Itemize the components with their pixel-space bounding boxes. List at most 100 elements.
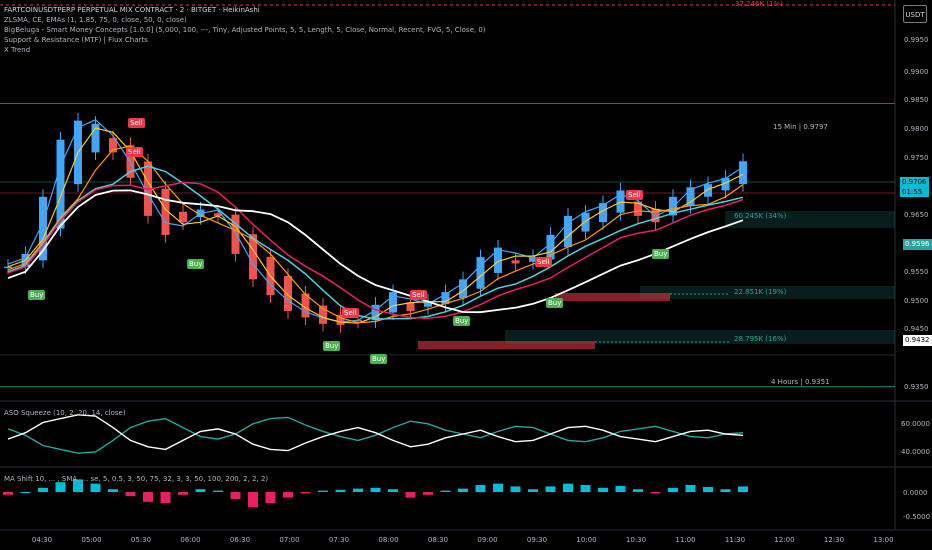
time-tick: 10:30 [625, 536, 647, 544]
price-tick: 0.9950 [904, 36, 929, 44]
price-tick: 0.9500 [904, 297, 929, 305]
ma-shift-bar [598, 487, 608, 492]
ma-shift-bar [458, 488, 468, 492]
time-tick: 08:30 [427, 536, 449, 544]
indicator-sr-label[interactable]: Support & Resistance (MTF) | Flux Charts [4, 35, 148, 45]
ma-shift-bar [195, 489, 206, 492]
ma-shift-bar [493, 483, 503, 492]
time-tick: 09:00 [477, 536, 498, 544]
price-label-0-9596: 0.9596 [903, 239, 932, 250]
sell-signal-badge: Sell [535, 257, 552, 267]
chart-canvas[interactable] [0, 0, 932, 550]
ma-shift-bar [440, 490, 451, 492]
time-tick: 11:00 [675, 536, 696, 544]
ma-shift-bar [230, 492, 241, 499]
ma-shift-bar [20, 492, 31, 493]
buy-signal-badge: Buy [652, 249, 670, 259]
ma-shift-bar [125, 492, 136, 497]
ma-shift-bar [388, 489, 398, 492]
buy-signal-badge: Buy [28, 290, 46, 300]
ma-shift-bar [580, 485, 591, 492]
oscillator-bull-line [7, 416, 744, 454]
ma-shift-bar [528, 489, 538, 492]
buy-signal-badge: Buy [453, 316, 471, 326]
ma-shift-bar [633, 489, 643, 492]
price-tick: 0.9550 [904, 268, 929, 276]
ma-shift-bar [283, 492, 293, 498]
candle-body [284, 276, 292, 312]
level-4hours-label: 4 Hours | 0.9351 [771, 378, 830, 386]
time-tick: 06:30 [229, 536, 251, 544]
ma-shift-bar [510, 486, 521, 492]
time-tick: 12:30 [823, 536, 845, 544]
ma-shift-bar [213, 490, 223, 492]
price-tick: 0.9900 [904, 68, 929, 76]
oscillator-tick: 40.0000 [901, 448, 930, 456]
price-tick: 0.9750 [904, 154, 929, 162]
time-tick: 07:00 [279, 536, 300, 544]
ma-shift-bar [3, 492, 13, 495]
buy-signal-badge: Buy [323, 341, 341, 351]
candle-body [389, 292, 397, 313]
time-tick: 08:00 [378, 536, 399, 544]
ma-shift-bar [668, 487, 678, 492]
price-tick: 0.9350 [904, 383, 929, 391]
ma-shift-bar [335, 489, 346, 492]
ma-shift-bar [545, 486, 556, 492]
ma-shift-bar [370, 487, 381, 492]
time-tick: 10:00 [576, 536, 597, 544]
ma-shift-bar [108, 489, 118, 492]
ma-shift-bar [738, 486, 748, 492]
time-tick: 12:00 [774, 536, 795, 544]
time-tick: 09:30 [526, 536, 548, 544]
candle-body [739, 161, 747, 185]
ma-shift-bar [55, 482, 66, 492]
indicator-xtrend-label[interactable]: X Trend [4, 45, 30, 55]
oscillator-tick: 60.0000 [901, 420, 930, 428]
time-tick: 11:30 [724, 536, 746, 544]
indicator-smc-label[interactable]: BigBeluga - Smart Money Concepts [1.0.0]… [4, 25, 486, 35]
volume-zone-lower-label: 28.795K (16%) [734, 335, 787, 343]
ma-shift-bar [615, 485, 626, 492]
time-tick: 05:00 [81, 536, 102, 544]
price-tick: 0.9850 [904, 96, 929, 104]
time-tick: 04:30 [31, 536, 53, 544]
ma-shift-bar [38, 487, 48, 492]
candle-body [4, 266, 12, 269]
ma-shift-bar [703, 486, 713, 492]
ma-shift-bar [90, 483, 101, 492]
chart-title: FARTCOINUSDTPERP PERPETUAL MIX CONTRACT … [4, 6, 260, 14]
level-15min-label: 15 Min | 0.9797 [773, 123, 828, 131]
order-block-0 [555, 293, 670, 301]
ma-shift-bar [143, 492, 153, 502]
upper-band-line [7, 118, 744, 323]
top-volume-label: 37.246K (1%) [735, 0, 783, 8]
price-label-0-9432: 0.9432 [903, 335, 932, 346]
ma-shift-bar [650, 492, 661, 494]
ma-shift-bar [265, 492, 276, 504]
ma-shift-bar [178, 492, 188, 495]
oscillator-bear-line [7, 414, 744, 452]
ma-shift-tick: -0.5000 [903, 513, 931, 521]
ma-shift-label[interactable]: MA Shift 10, ... , SMA, ... se, 5, 0.5, … [4, 475, 268, 483]
current-price-value: 0.9706 [902, 178, 927, 186]
buy-signal-badge: Buy [370, 354, 388, 364]
current-price-label: 0.9706 01:55 [900, 177, 929, 197]
ma-shift-bar [318, 490, 328, 492]
currency-unit-button[interactable]: USDT [903, 5, 927, 23]
bar-countdown: 01:55 [902, 188, 923, 196]
price-tick: 0.9450 [904, 325, 929, 333]
sell-signal-badge: Sell [626, 190, 643, 200]
ma-shift-bar [248, 492, 258, 508]
price-tick: 0.9800 [904, 125, 929, 133]
ma-shift-bar [300, 492, 311, 494]
ma-shift-bar [685, 485, 696, 492]
ma-shift-bar [720, 489, 731, 492]
time-tick: 06:00 [180, 536, 201, 544]
candle-body [511, 260, 520, 264]
candle-body [581, 212, 590, 232]
indicator-zlsma-label[interactable]: ZLSMA, CE, EMAs (1, 1.85, 75, 0, close, … [4, 15, 187, 25]
sell-signal-badge: Sell [126, 147, 143, 157]
oscillator-label[interactable]: ASO Squeeze (10, 2, 20, 14, close) [4, 409, 126, 417]
order-block-1 [418, 341, 595, 349]
